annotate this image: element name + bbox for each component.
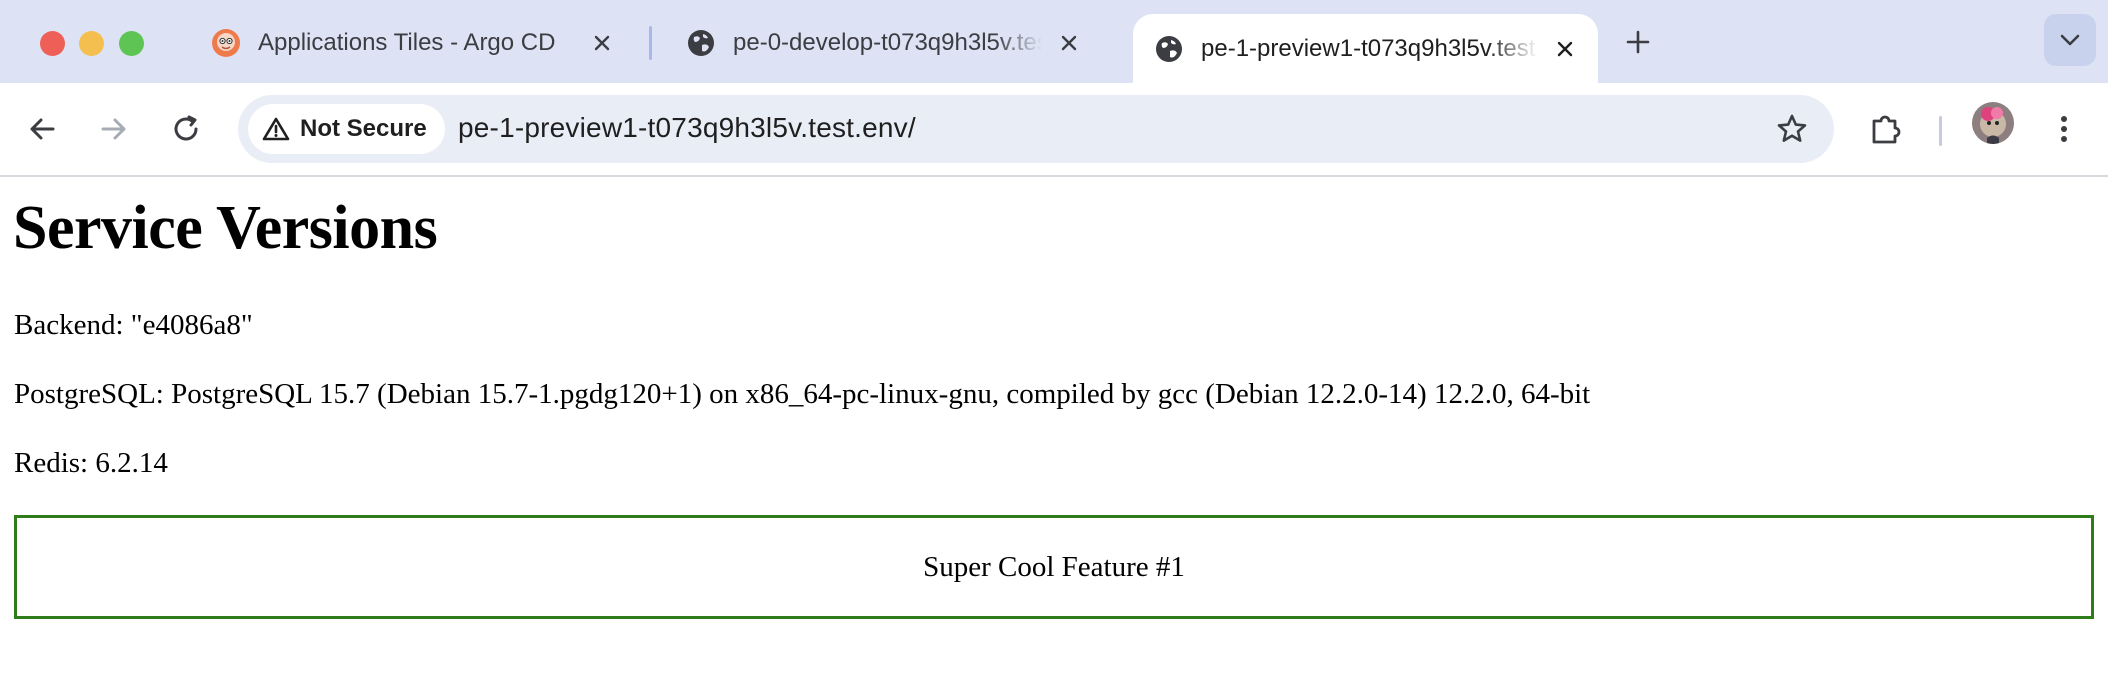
globe-icon <box>1153 33 1185 65</box>
tab-search-button[interactable] <box>2044 14 2096 66</box>
window-minimize-button[interactable] <box>79 31 104 56</box>
arrow-left-icon <box>30 118 55 140</box>
tab-separator <box>649 26 652 60</box>
backend-version: Backend: "e4086a8" <box>14 309 253 341</box>
close-tab-icon[interactable] <box>1550 34 1580 64</box>
more-vert-icon <box>2061 116 2067 142</box>
browser-menu-button[interactable] <box>2040 105 2088 153</box>
arrow-right-icon <box>101 118 126 140</box>
toolbar-divider <box>1939 116 1942 146</box>
close-tab-icon[interactable] <box>1054 28 1084 58</box>
address-bar[interactable]: Not Secure pe-1-preview1-t073q9h3l5v.tes… <box>238 95 1834 163</box>
plus-icon <box>1626 30 1650 54</box>
tab-title: pe-1-preview1-t073q9h3l5v.test.env <box>1201 34 1538 62</box>
globe-icon <box>685 27 717 59</box>
url-text[interactable]: pe-1-preview1-t073q9h3l5v.test.env/ <box>458 112 916 144</box>
redis-version: Redis: 6.2.14 <box>14 447 168 479</box>
window-close-button[interactable] <box>40 31 65 56</box>
extensions-button[interactable] <box>1862 105 1910 153</box>
tab-strip: Applications Tiles - Argo CD pe-0-develo… <box>0 0 2108 83</box>
site-info-chip[interactable]: Not Secure <box>248 104 445 154</box>
reload-icon <box>174 115 198 141</box>
new-tab-button[interactable] <box>1618 22 1658 62</box>
tab-develop[interactable]: pe-0-develop-t073q9h3l5v.test.env <box>665 14 1102 71</box>
forward-button[interactable] <box>90 105 138 153</box>
puzzle-icon <box>1872 115 1901 144</box>
tab-title: pe-0-develop-t073q9h3l5v.test.env <box>733 28 1042 56</box>
reload-button[interactable] <box>162 105 210 153</box>
browser-toolbar: Not Secure pe-1-preview1-t073q9h3l5v.tes… <box>0 83 2108 177</box>
page-title: Service Versions <box>13 194 438 262</box>
bookmark-button[interactable] <box>1770 107 1814 151</box>
page-content: Service Versions Backend: "e4086a8" Post… <box>0 177 2108 678</box>
profile-avatar[interactable] <box>1972 102 2014 144</box>
back-button[interactable] <box>18 105 66 153</box>
security-label: Not Secure <box>300 115 427 142</box>
tab-preview1-active[interactable]: pe-1-preview1-t073q9h3l5v.test.env <box>1133 14 1598 83</box>
star-icon <box>1777 114 1807 142</box>
tab-argo-cd[interactable]: Applications Tiles - Argo CD <box>190 14 635 71</box>
close-tab-icon[interactable] <box>587 28 617 58</box>
window-maximize-button[interactable] <box>119 31 144 56</box>
postgresql-version: PostgreSQL: PostgreSQL 15.7 (Debian 15.7… <box>14 378 1591 410</box>
feature-label: Super Cool Feature #1 <box>923 550 1185 583</box>
chevron-down-icon <box>2060 34 2080 46</box>
argo-icon <box>210 27 242 59</box>
warning-icon <box>262 117 290 141</box>
feature-banner: Super Cool Feature #1 <box>14 515 2094 619</box>
tab-title: Applications Tiles - Argo CD <box>258 28 556 56</box>
